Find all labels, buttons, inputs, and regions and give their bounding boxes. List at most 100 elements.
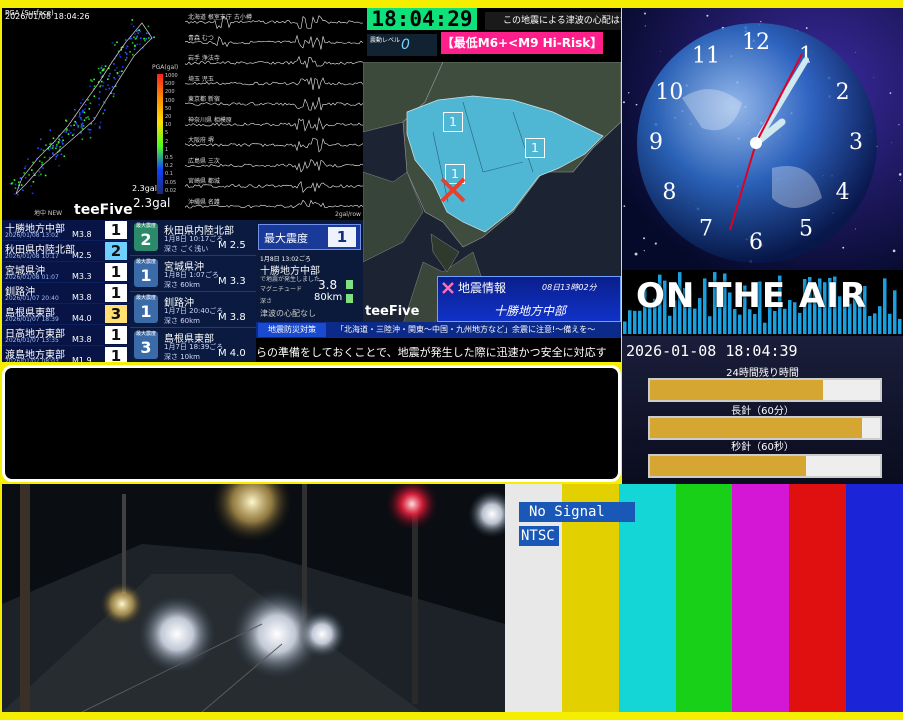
eq-list-row: 宮城県沖 2026/01/08 01:07 M3.3 1 — [2, 262, 130, 283]
eq-list-row: 秋田県内陸北部 2026/01/08 10:17 M2.5 2 — [2, 241, 130, 262]
eq-list-row: 渡島地方東部 2026/01/07 08:03 M1.9 1 — [2, 346, 130, 362]
waveform-station-label: 広島県 三次 — [188, 157, 220, 165]
max-intensity-sub: で地震が発生しました — [260, 276, 321, 283]
eq-card-intensity: 1 — [140, 302, 152, 321]
pga-scale-tick: 1 — [165, 146, 169, 153]
pga-scale-tick: 5 — [165, 130, 169, 137]
risk-banner: 【最低M6+<M9 Hi-Risk】 — [441, 32, 603, 54]
eq-list-row: 日高地方東部 2026/01/07 13:35 M3.8 1 — [2, 325, 130, 346]
pga-footer: 地中 NEW — [34, 210, 63, 217]
color-bar — [732, 484, 790, 712]
analog-clock-panel: 12 1 2 3 4 5 6 7 8 9 10 11 — [622, 8, 903, 270]
waveform-station-label: 岩手 浄法寺 — [188, 55, 220, 62]
pga-scale-tick: 0.5 — [165, 155, 173, 162]
eq-card-magnitude: M 4.0 — [218, 348, 246, 359]
magnitude-label: マグニチュード — [260, 286, 303, 293]
progress-label-minute: 長針（60分） — [731, 406, 794, 417]
eq-card-badge-label: 最大震度 — [135, 331, 156, 337]
eq-card-date: 1月8日 1:07ごろ — [164, 271, 219, 279]
quake-info-region: 十勝地方中部 — [494, 304, 567, 318]
shake-level-value: 0 — [401, 37, 410, 53]
alert-headline: 「北海道・三陸沖・関東〜中国・九州地方など」余震に注意!〜備えを〜 — [336, 325, 596, 334]
progress-minute — [648, 416, 882, 440]
earthquake-history-list: 十勝地方中部 2026/01/08 13:02 M3.8 1 秋田県内陸北部 2026/0… — [2, 220, 130, 362]
alert-tag: 地震防災対策 — [258, 323, 326, 337]
intensity-marker: 1 — [443, 112, 463, 132]
pga-scale-tick: 0.2 — [165, 163, 173, 170]
eq-list-magnitude: M3.8 — [72, 230, 92, 239]
max-intensity-panel: 最大震度 1 1月8日 13:02ごろ 十勝地方中部 で地震が発生しました マグ… — [256, 220, 363, 322]
night-street-scene — [2, 484, 505, 712]
depth-label: 深さ — [260, 298, 273, 305]
eq-card: 最大震度 3 島根県東部 1月7日 18:39ごろ 深さ 10km M 4.0 — [130, 328, 256, 362]
no-signal-test-pattern: No Signal NTSC — [505, 484, 903, 712]
clock-numeral: 7 — [699, 217, 713, 242]
empty-display-box — [2, 365, 621, 482]
color-bar — [846, 484, 903, 712]
pga-scale-tick: 10 — [165, 122, 172, 129]
pga-scale-tick: 20 — [165, 114, 172, 121]
hokkaido-map-panel: 18:04:29 この地震による津波の心配はなし 震動レベル 0 【最低M6+<… — [363, 8, 621, 324]
on-air-title: ON THE AIR — [636, 276, 868, 316]
waveform-station-label: 北海道 根室支庁 古小樽 — [188, 14, 252, 21]
quake-info-box: 地震情報 08日13時02分 十勝地方中部 — [437, 276, 621, 322]
ntsc-label: NTSC — [519, 526, 559, 546]
eq-card-depth: 深さ 10km — [164, 353, 201, 361]
no-signal-label: No Signal — [519, 502, 635, 522]
eq-card-magnitude: M 3.8 — [218, 312, 246, 323]
magnitude-indicator — [346, 280, 353, 289]
progress-second — [648, 454, 882, 478]
clock-numeral: 8 — [662, 180, 676, 205]
eq-list-intensity: 1 — [105, 284, 127, 302]
depth-indicator — [346, 294, 353, 303]
eq-list-date: 2026/01/07 18:39 — [5, 316, 59, 323]
eq-card-magnitude: M 3.3 — [218, 276, 246, 287]
map-clock: 18:04:29 — [367, 8, 477, 31]
eq-list-intensity: 1 — [105, 347, 127, 362]
eq-card-intensity-badge: 最大震度 1 — [134, 295, 158, 323]
pga-scale-tick: 200 — [165, 89, 175, 96]
eq-list-date: 2026/01/07 20:40 — [5, 295, 59, 302]
quake-x-icon — [442, 282, 454, 294]
eq-list-magnitude: M1.9 — [72, 356, 92, 362]
waveform-station-label: 青森 むつ — [188, 34, 214, 42]
progress-label-24h: 24時間残り時間 — [726, 368, 799, 379]
eq-card: 最大震度 1 宮城県沖 1月8日 1:07ごろ 深さ 60km M 3.3 — [130, 256, 256, 292]
waveform-scale: 2gal/row — [335, 211, 361, 218]
clock-numeral: 6 — [749, 230, 763, 255]
clock-numeral: 11 — [692, 43, 720, 68]
progress-minute-fill — [650, 418, 862, 438]
eq-card: 最大震度 2 秋田県内陸北部 1月8日 10:17ごろ 深さ ごく浅い M 2.5 — [130, 220, 256, 256]
waveform-panel: 北海道 根室支庁 古小樽 青森 むつ 岩手 浄法寺 埼玉 児玉 東京都 新宿 神奈川県 相… — [185, 8, 363, 220]
waveform-station-label: 東京都 新宿 — [188, 96, 220, 103]
eq-card-intensity: 3 — [140, 338, 152, 357]
pga-color-scale — [157, 74, 163, 194]
waveform-station-label: 神奈川県 相模原 — [188, 116, 232, 124]
eq-card-intensity: 2 — [140, 230, 152, 249]
clock-numeral: 9 — [649, 130, 663, 155]
on-air-datetime: 2026-01-08 18:04:39 — [626, 342, 798, 360]
eq-list-intensity: 2 — [105, 242, 127, 260]
eq-list-date: 2026/01/07 13:35 — [5, 337, 59, 344]
eq-card-depth: 深さ 60km — [164, 281, 201, 289]
max-intensity-label: 最大震度 — [264, 232, 308, 245]
eq-list-row: 釧路沖 2026/01/07 20:40 M3.8 1 — [2, 283, 130, 304]
pga-scale-tick: 0.05 — [165, 179, 177, 186]
eq-card-intensity-badge: 最大震度 3 — [134, 331, 158, 359]
eq-card-intensity-badge: 最大震度 2 — [134, 223, 158, 251]
eq-list-date: 2026/01/08 10:17 — [5, 253, 59, 260]
earthquake-cards: 最大震度 2 秋田県内陸北部 1月8日 10:17ごろ 深さ ごく浅い M 2.5 最大震度… — [130, 220, 256, 362]
on-air-panel: ON THE AIR 2026-01-08 18:04:39 24時間残り時間 … — [622, 270, 903, 484]
waveform-station-label: 宮崎県 都城 — [188, 178, 220, 185]
pga-max-value: 2.3gal — [133, 196, 171, 210]
eq-list-row: 十勝地方中部 2026/01/08 13:02 M3.8 1 — [2, 220, 130, 241]
eq-card-intensity: 1 — [140, 266, 152, 285]
progress-24h-fill — [650, 380, 823, 400]
pga-scale-tick: 0.02 — [165, 187, 177, 194]
eq-card-date: 1月7日 20:40ごろ — [164, 307, 224, 315]
progress-label-second: 秒針（60秒） — [731, 442, 794, 453]
eq-card-badge-label: 最大震度 — [135, 223, 156, 229]
eq-list-date: 2026/01/07 08:03 — [5, 358, 59, 362]
pga-scale-tick: 50 — [165, 105, 172, 112]
pga-scale-tick: 2 — [165, 138, 169, 145]
